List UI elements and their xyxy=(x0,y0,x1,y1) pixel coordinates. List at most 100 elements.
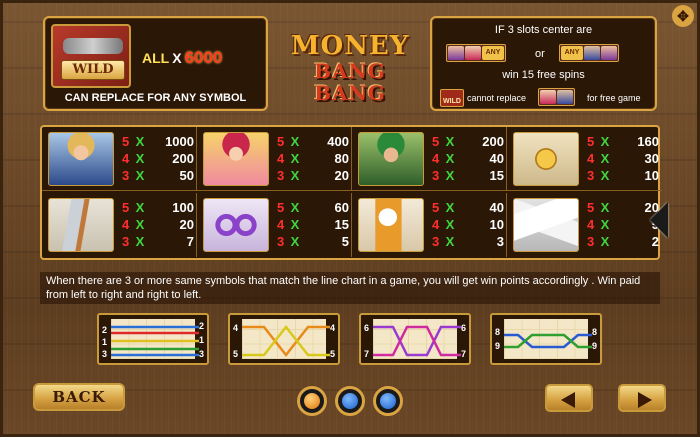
payout-row: 5 X 400 xyxy=(277,133,349,150)
payout-value: 10 xyxy=(644,168,659,183)
payline-number: 1 xyxy=(198,335,204,345)
payline-diagram-4: 8 9 8 9 xyxy=(490,313,602,365)
payout-value: 200 xyxy=(172,151,194,166)
multiply-sign: X xyxy=(135,134,145,149)
payline-number: 6 xyxy=(460,323,466,333)
payline-number: 7 xyxy=(460,349,466,359)
payline-diagram-3: 6 7 6 7 xyxy=(359,313,471,365)
cowgirl-symbol-icon xyxy=(203,132,269,186)
match-count: 5 xyxy=(122,134,130,149)
match-count: 3 xyxy=(432,234,440,249)
multiply-sign: X xyxy=(135,234,145,249)
multiply-sign: X xyxy=(445,151,455,166)
logo-line-1: MONEY xyxy=(290,31,410,61)
payline-number: 4 xyxy=(329,323,335,333)
page-dot-2[interactable] xyxy=(335,386,365,416)
payout-value: 40 xyxy=(489,200,504,215)
multiply-sign: X xyxy=(290,134,300,149)
multiply-sign: X xyxy=(135,168,145,183)
multiply-sign: X xyxy=(600,168,610,183)
paytable-cell-badge: 5 X 160 4 X 30 3 X 10 xyxy=(507,127,662,191)
payline-number: 8 xyxy=(495,327,501,337)
payout-value: 60 xyxy=(334,200,349,215)
payline-number: 4 xyxy=(233,323,239,333)
multiply-sign: X xyxy=(290,217,300,232)
match-count: 4 xyxy=(432,217,440,232)
free-spins-condition: IF 3 slots center are xyxy=(494,24,593,36)
payline-paths xyxy=(242,324,330,358)
any-symbol-label: ANY xyxy=(561,46,583,60)
match-count: 5 xyxy=(277,134,285,149)
multiply-sign: X xyxy=(290,200,300,215)
paytable-cell-sheriff: 5 X 1000 4 X 200 3 X 50 xyxy=(42,127,197,191)
multiply-sign: X xyxy=(445,134,455,149)
match-count: 5 xyxy=(432,200,440,215)
page-dot-3[interactable] xyxy=(373,386,403,416)
payline-number: 5 xyxy=(233,349,239,359)
payout-row: 4 X 200 xyxy=(122,150,194,167)
payout-list: 5 X 400 4 X 80 3 X 20 xyxy=(277,133,349,184)
scatter-symbol-icon xyxy=(584,46,600,60)
payline-paths xyxy=(111,325,199,357)
payout-row: 3X 5 xyxy=(277,233,349,250)
payout-value: 15 xyxy=(334,217,349,232)
match-count: 3 xyxy=(277,168,285,183)
payline-paths xyxy=(504,333,592,349)
handcuffs-symbol-icon xyxy=(203,198,269,252)
payout-row: 5 X 1000 xyxy=(122,133,194,150)
payline-paths xyxy=(373,325,461,357)
payout-row: 5 X 40 xyxy=(432,199,504,216)
paytable-cell-cards: 5 X 20 4 X 5 3 X 2 xyxy=(507,193,662,257)
payout-row: 3 X 10 xyxy=(587,167,659,184)
payout-list: 5 X 100 4 X 20 3 X 7 xyxy=(122,199,194,250)
page-dot-1[interactable] xyxy=(297,386,327,416)
payline-number: 9 xyxy=(591,341,597,351)
payline-number: 8 xyxy=(591,327,597,337)
match-count: 5 xyxy=(587,200,595,215)
payout-value: 400 xyxy=(327,134,349,149)
any-symbol-label: ANY xyxy=(482,46,504,60)
payout-list: 5 X 60 4 X 15 3 X 5 xyxy=(277,199,349,250)
payout-value: 200 xyxy=(482,134,504,149)
payline-number: 2 xyxy=(198,321,204,331)
payout-row: 5 X 100 xyxy=(122,199,194,216)
sheriff-symbol-icon xyxy=(48,132,114,186)
scatter-combo-2: ANY xyxy=(559,44,619,62)
game-logo: MONEY BANG BANG xyxy=(280,32,420,104)
paytable-cell-beer: 5 X 40 4 X 10 3 X 3 xyxy=(352,193,507,257)
side-arrow-icon[interactable] xyxy=(650,202,668,238)
scatter-combo-1: ANY xyxy=(446,44,506,62)
match-count: 4 xyxy=(277,217,285,232)
for-free-game-label: for free game xyxy=(587,93,641,103)
payout-row: 5 X 20 xyxy=(587,199,659,216)
multiply-sign: X xyxy=(600,200,610,215)
payout-value: 3 xyxy=(496,234,504,249)
match-count: 3 xyxy=(122,168,130,183)
wild-info-panel: WILD ALL X 6000 CAN REPLACE FOR ANY SYMBOL xyxy=(43,16,268,111)
payout-value: 20 xyxy=(179,217,194,232)
payout-list: 5 X 20 4 X 5 3 X 2 xyxy=(587,199,659,250)
payout-list: 5 X 200 4 X 40 3 X 15 xyxy=(432,133,504,184)
payline-number: 9 xyxy=(495,341,501,351)
payout-value: 7 xyxy=(186,234,194,249)
payout-value: 80 xyxy=(334,151,349,166)
move-icon[interactable]: ✥ xyxy=(672,5,694,27)
payout-list: 5 X 1000 4 X 200 3 X 50 xyxy=(122,133,194,184)
payline-number: 3 xyxy=(198,349,204,359)
bandit-symbol-icon xyxy=(358,132,424,186)
payout-list: 5 X 160 4 X 30 3 X 10 xyxy=(587,133,659,184)
paytable: 5 X 1000 4 X 200 3 X 50 5 X 400 4 X 80 3 X 20 5 X 200 4 X 40 3 X 1… xyxy=(40,125,662,260)
payline-number: 7 xyxy=(364,349,370,359)
back-button[interactable]: BACK xyxy=(33,383,125,411)
page-dot-fill xyxy=(342,393,358,409)
multiply-sign: X xyxy=(290,234,300,249)
next-page-button[interactable] xyxy=(618,384,666,412)
match-count: 4 xyxy=(122,217,130,232)
scatter-symbol-icon xyxy=(601,46,617,60)
payline-diagram-2: 4 5 4 5 xyxy=(228,313,340,365)
prev-page-button[interactable] xyxy=(545,384,593,412)
multiply-sign: X xyxy=(600,234,610,249)
match-count: 5 xyxy=(122,200,130,215)
match-count: 3 xyxy=(587,234,595,249)
match-count: 5 xyxy=(587,134,595,149)
